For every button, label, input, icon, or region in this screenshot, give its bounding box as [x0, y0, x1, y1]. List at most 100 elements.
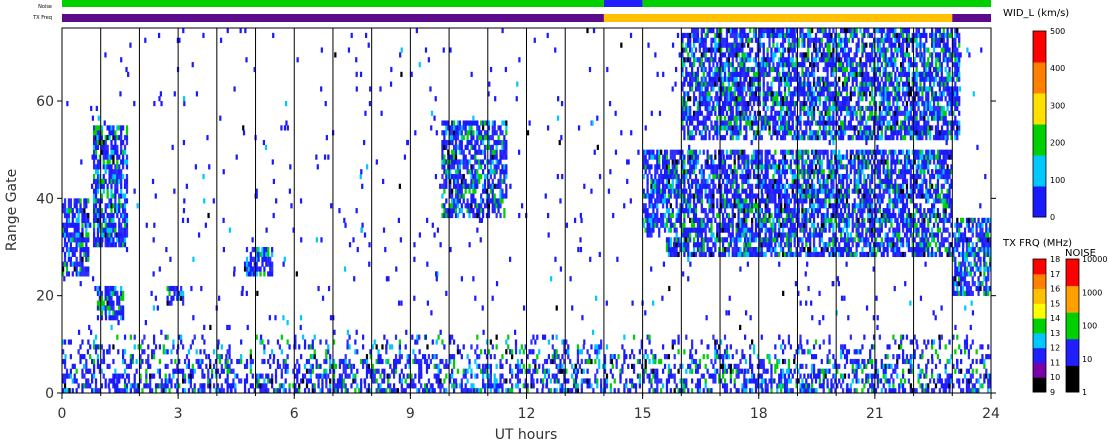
echo-cell	[824, 178, 827, 185]
echo-cell	[739, 130, 742, 136]
echo-cell	[853, 203, 856, 209]
echo-cell	[687, 237, 690, 243]
echo-cell	[661, 183, 665, 189]
echo-cell	[799, 52, 802, 58]
echo-cell	[87, 271, 90, 277]
echo-cell	[857, 120, 860, 126]
echo-cell	[683, 62, 686, 68]
echo-cell	[816, 198, 820, 204]
echo-cell	[783, 125, 787, 131]
echo-cell	[799, 110, 802, 116]
echo-cell	[772, 37, 775, 43]
echo-cell	[75, 217, 78, 223]
echo-cell	[752, 32, 756, 39]
echo-cell	[892, 169, 895, 175]
echo-cell	[828, 169, 831, 175]
echo-cell	[665, 174, 669, 180]
echo-cell	[481, 183, 485, 189]
echo-cell	[739, 28, 742, 34]
echo-cell	[903, 154, 907, 160]
echo-cell	[493, 174, 496, 180]
echo-cell	[491, 178, 494, 185]
echo-cell	[903, 159, 907, 165]
echo-cell	[857, 101, 860, 107]
echo-cell	[776, 120, 779, 126]
echo-cell	[768, 247, 771, 253]
echo-cell	[884, 188, 887, 194]
echo-cell	[702, 76, 705, 82]
echo-cell	[772, 130, 775, 136]
echo-cell	[702, 217, 705, 223]
echo-cell	[96, 130, 100, 136]
echo-cell	[847, 159, 851, 165]
echo-cell	[737, 222, 740, 228]
echo-cell	[497, 159, 500, 165]
echo-cell	[665, 203, 669, 209]
echo-cell	[830, 237, 833, 243]
echo-cell	[691, 76, 694, 82]
echo-cell	[901, 222, 905, 228]
echo-cell	[118, 125, 121, 131]
echo-cell	[735, 110, 738, 116]
echo-cell	[739, 237, 742, 243]
echo-cell	[685, 57, 688, 63]
echo-cell	[269, 256, 272, 262]
echo-cell	[793, 91, 796, 97]
echo-cell	[663, 193, 667, 199]
echo-cell	[778, 71, 781, 77]
echo-cell	[766, 81, 769, 87]
echo-cell	[801, 130, 804, 136]
echo-cell	[845, 110, 849, 116]
echo-cell	[907, 169, 911, 175]
echo-cell	[687, 32, 690, 39]
echo-cell	[739, 32, 742, 39]
echo-cell	[793, 227, 796, 233]
echo-cell	[894, 247, 897, 253]
echo-cell	[723, 222, 727, 228]
echo-cell	[861, 217, 864, 223]
echo-cell	[92, 144, 96, 150]
echo-cell	[92, 164, 96, 170]
echo-cell	[774, 110, 777, 116]
echo-cell	[735, 47, 738, 53]
echo-cell	[251, 266, 254, 272]
echo-cell	[687, 247, 690, 253]
echo-cell	[118, 208, 121, 214]
echo-cell	[801, 183, 804, 189]
echo-cell	[96, 212, 100, 219]
echo-cell	[743, 86, 746, 92]
echo-cell	[495, 164, 498, 170]
echo-cell	[838, 217, 841, 223]
echo-cell	[751, 217, 754, 223]
echo-cell	[915, 193, 918, 199]
echo-cell	[780, 57, 783, 63]
echo-cell	[936, 227, 940, 233]
echo-cell	[805, 57, 808, 63]
echo-cell	[894, 227, 897, 233]
echo-cell	[63, 256, 67, 262]
echo-cell	[108, 178, 111, 185]
echo-cell	[849, 120, 852, 126]
echo-cell	[116, 315, 119, 321]
echo-cell	[812, 159, 816, 165]
echo-cell	[878, 174, 881, 180]
echo-cell	[644, 154, 647, 160]
echo-cell	[731, 232, 734, 238]
echo-cell	[683, 110, 686, 116]
echo-cell	[489, 149, 492, 155]
echo-cell	[489, 198, 492, 204]
echo-cell	[818, 101, 821, 107]
echo-cell	[121, 242, 125, 248]
echo-cell	[803, 198, 806, 204]
echo-cell	[847, 105, 851, 112]
echo-cell	[818, 135, 821, 141]
echo-cell	[809, 159, 812, 165]
echo-cell	[63, 203, 67, 209]
echo-cell	[81, 247, 84, 253]
echo-cell	[735, 169, 738, 175]
echo-cell	[869, 159, 872, 165]
echo-cell	[828, 198, 831, 204]
echo-cell	[112, 174, 115, 180]
echo-cell	[85, 242, 88, 248]
echo-cell	[106, 285, 109, 292]
